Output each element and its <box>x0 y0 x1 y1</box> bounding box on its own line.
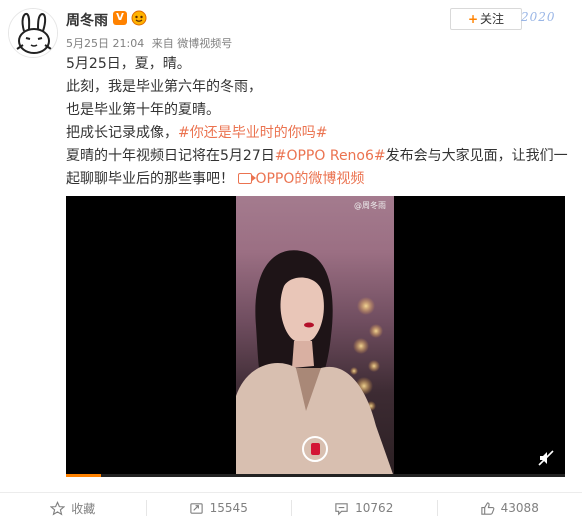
topic-tag-link[interactable]: #OPPO Reno6# <box>275 148 386 164</box>
topic-tag-link[interactable]: #你还是毕业时的你吗# <box>178 125 327 141</box>
content-line: 起聊聊毕业后的那些事吧！ OPPO的微博视频 <box>66 168 571 191</box>
action-bar: 收藏 15545 10762 43088 <box>0 492 582 523</box>
username[interactable]: 周冬雨 <box>66 10 108 30</box>
content-text: 起聊聊毕业后的那些事吧！ <box>66 171 239 187</box>
video-still-image <box>236 250 394 477</box>
avatar[interactable] <box>8 8 58 58</box>
favorite-button[interactable]: 收藏 <box>0 493 146 523</box>
content-line: 也是毕业第十年的夏晴。 <box>66 102 220 118</box>
content-text: 把成长记录成像， <box>66 125 178 141</box>
comment-count: 10762 <box>355 501 394 515</box>
year-decoration: 2020 <box>521 10 556 24</box>
video-link-label: OPPO的微博视频 <box>255 171 365 187</box>
favorite-label: 收藏 <box>71 501 96 516</box>
content-line: 此刻，我是毕业第六年的冬雨， <box>66 79 262 95</box>
like-icon <box>480 501 495 515</box>
plus-icon: + <box>467 12 479 26</box>
comment-icon <box>335 502 348 515</box>
content-text: 夏晴的十年视频日记将在5月27日 <box>66 148 275 164</box>
star-icon <box>50 500 66 515</box>
video-player[interactable]: @周冬雨 <box>66 196 565 477</box>
like-count: 43088 <box>500 501 539 515</box>
follow-label: 关注 <box>480 12 505 26</box>
video-link-icon <box>238 173 257 184</box>
bunny-avatar-icon <box>9 9 57 57</box>
follow-button[interactable]: + 关注 <box>450 8 522 30</box>
fan-medal-icon[interactable] <box>130 10 148 26</box>
video-frame[interactable] <box>236 196 394 477</box>
content-text: 发布会与大家见面，让我们一 <box>385 148 568 164</box>
post-meta: 5月25日 21:04 来自 微博视频号 <box>66 35 232 51</box>
comment-button[interactable]: 10762 <box>291 493 437 523</box>
post-content: 5月25日，夏，晴。 此刻，我是毕业第六年的冬雨， 也是毕业第十年的夏晴。 把成… <box>66 53 571 191</box>
content-line: 夏晴的十年视频日记将在5月27日#OPPO Reno6#发布会与大家见面，让我们… <box>66 145 571 168</box>
video-watermark: @周冬雨 <box>354 201 386 210</box>
mute-icon[interactable] <box>538 450 554 466</box>
repost-icon <box>189 502 203 514</box>
video-progress-bar[interactable] <box>66 474 565 477</box>
content-line: 5月25日，夏，晴。 <box>66 56 191 72</box>
post-time[interactable]: 5月25日 21:04 <box>66 37 144 50</box>
post-header: 周冬雨 V + 关注 2020 <box>66 8 582 30</box>
like-button[interactable]: 43088 <box>436 493 582 523</box>
repost-count: 15545 <box>209 501 248 515</box>
content-line: 把成长记录成像，#你还是毕业时的你吗# <box>66 122 571 145</box>
post-source[interactable]: 来自 微博视频号 <box>152 37 233 50</box>
play-icon[interactable] <box>302 436 328 462</box>
video-progress-fill <box>66 474 101 477</box>
video-link[interactable]: OPPO的微博视频 <box>238 171 364 187</box>
repost-button[interactable]: 15545 <box>145 493 292 523</box>
verified-badge-icon[interactable]: V <box>113 11 127 25</box>
